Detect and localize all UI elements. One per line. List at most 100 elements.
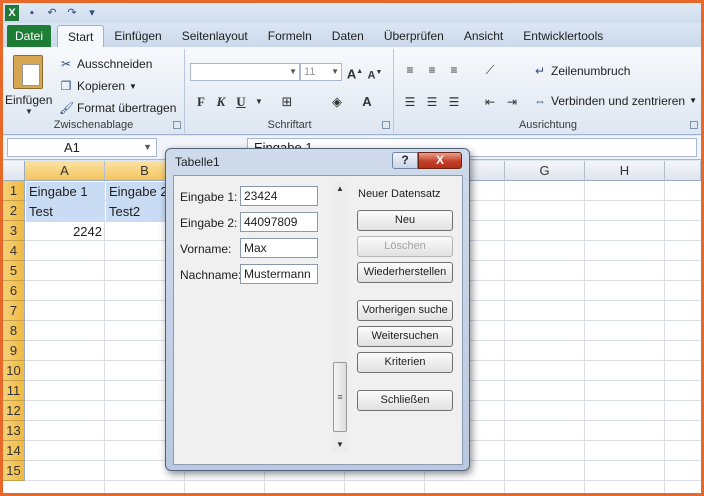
- bold-button[interactable]: F: [192, 93, 210, 111]
- merge-center-label: Verbinden und zentrieren: [551, 94, 686, 108]
- tab-insert[interactable]: Einfügen: [104, 25, 171, 47]
- undo-icon[interactable]: ↶: [45, 6, 59, 20]
- grow-font-icon[interactable]: A▲: [346, 63, 364, 81]
- align-left-icon[interactable]: ☰: [401, 93, 419, 111]
- align-center-icon[interactable]: ☰: [423, 93, 441, 111]
- row-header[interactable]: 2: [3, 201, 25, 221]
- row-header[interactable]: 10: [3, 361, 25, 381]
- underline-button[interactable]: U: [232, 93, 250, 111]
- increase-indent-icon[interactable]: ⇥: [503, 93, 521, 111]
- row-header[interactable]: 11: [3, 381, 25, 401]
- copy-button[interactable]: ❐ Kopieren ▼: [59, 77, 137, 95]
- alignment-launcher-icon[interactable]: [690, 121, 698, 129]
- column-header-h[interactable]: H: [585, 161, 665, 181]
- tab-developer[interactable]: Entwicklertools: [513, 25, 613, 47]
- align-bottom-icon[interactable]: ≡: [445, 61, 463, 79]
- fill-color-icon[interactable]: ◈: [328, 93, 346, 111]
- dialog-title: Tabelle1: [175, 155, 220, 169]
- quick-access-toolbar: X ▪ ↶ ↷ ▾: [3, 3, 701, 23]
- copy-dropdown-icon[interactable]: ▼: [129, 82, 137, 91]
- tab-file[interactable]: Datei: [7, 25, 51, 47]
- field-input-eingabe-1[interactable]: 23424: [240, 186, 318, 206]
- dialog-close-button[interactable]: Schließen: [357, 390, 453, 411]
- tab-formulas[interactable]: Formeln: [258, 25, 322, 47]
- italic-button[interactable]: K: [212, 93, 230, 111]
- underline-dropdown-icon[interactable]: ▼: [250, 93, 268, 111]
- row-header[interactable]: 13: [3, 421, 25, 441]
- clipboard-launcher-icon[interactable]: [173, 121, 181, 129]
- font-name-combo[interactable]: ▼: [190, 63, 300, 81]
- row-header[interactable]: 9: [3, 341, 25, 361]
- find-next-button[interactable]: Weitersuchen: [357, 326, 453, 347]
- row-header[interactable]: 4: [3, 241, 25, 261]
- align-top-icon[interactable]: ≡: [401, 61, 419, 79]
- orientation-icon[interactable]: ⟋: [481, 61, 499, 79]
- delete-button[interactable]: Löschen: [357, 236, 453, 257]
- scissors-icon: ✂: [60, 57, 72, 71]
- column-header-g[interactable]: G: [505, 161, 585, 181]
- row-header[interactable]: 7: [3, 301, 25, 321]
- dialog-body: Eingabe 1: 23424 Eingabe 2: 44097809 Vor…: [173, 175, 463, 465]
- paste-icon[interactable]: [13, 55, 43, 89]
- column-header-a[interactable]: A: [25, 161, 105, 181]
- save-icon[interactable]: ▪: [25, 6, 39, 20]
- merge-center-button[interactable]: ⇔ Verbinden und zentrieren ▼: [533, 91, 697, 111]
- scroll-down-icon[interactable]: ▼: [332, 438, 348, 452]
- wrap-text-icon: ↵: [534, 64, 546, 78]
- ribbon-tabs: Datei Start Einfügen Seitenlayout Formel…: [3, 23, 701, 47]
- row-header[interactable]: 5: [3, 261, 25, 281]
- help-button[interactable]: ?: [392, 152, 418, 169]
- merge-icon: ⇔: [534, 94, 546, 108]
- new-button[interactable]: Neu: [357, 210, 453, 231]
- find-prev-button[interactable]: Vorherigen suche: [357, 300, 453, 321]
- restore-button[interactable]: Wiederherstellen: [357, 262, 453, 283]
- column-header-i[interactable]: [665, 161, 701, 181]
- scroll-thumb[interactable]: ≡: [333, 362, 347, 432]
- row-header[interactable]: 6: [3, 281, 25, 301]
- cell-a1[interactable]: Eingabe 1: [26, 182, 105, 202]
- redo-icon[interactable]: ↷: [65, 6, 79, 20]
- field-input-nachname[interactable]: Mustermann: [240, 264, 318, 284]
- merge-dropdown-icon[interactable]: ▼: [689, 91, 697, 111]
- customize-qat-icon[interactable]: ▾: [85, 6, 99, 20]
- align-right-icon[interactable]: ☰: [445, 93, 463, 111]
- font-color-icon[interactable]: A: [358, 93, 376, 111]
- borders-icon[interactable]: ⊞: [278, 93, 296, 111]
- select-all-corner[interactable]: [3, 161, 25, 181]
- row-header[interactable]: 8: [3, 321, 25, 341]
- row-header[interactable]: 1: [3, 181, 25, 201]
- name-box[interactable]: A1 ▼: [7, 138, 157, 157]
- wrap-text-button[interactable]: ↵ Zeilenumbruch: [533, 61, 630, 81]
- tab-review[interactable]: Überprüfen: [374, 25, 454, 47]
- cell-a3[interactable]: 2242: [26, 222, 105, 242]
- row-header[interactable]: 3: [3, 221, 25, 241]
- tab-page-layout[interactable]: Seitenlayout: [172, 25, 258, 47]
- row-header[interactable]: 14: [3, 441, 25, 461]
- tab-data[interactable]: Daten: [322, 25, 374, 47]
- row-header[interactable]: 12: [3, 401, 25, 421]
- paste-button[interactable]: Einfügen: [5, 93, 52, 107]
- field-label-vorname: Vorname:: [180, 242, 232, 256]
- criteria-button[interactable]: Kriterien: [357, 352, 453, 373]
- row-header[interactable]: 15: [3, 461, 25, 481]
- wrap-text-label: Zeilenumbruch: [551, 64, 631, 78]
- shrink-font-icon[interactable]: A▼: [366, 64, 384, 82]
- font-size-value: 11: [304, 66, 316, 78]
- cut-button[interactable]: ✂ Ausschneiden: [59, 55, 152, 73]
- decrease-indent-icon[interactable]: ⇤: [481, 93, 499, 111]
- name-box-dropdown-icon[interactable]: ▼: [143, 139, 152, 156]
- paste-dropdown-icon[interactable]: ▼: [25, 107, 33, 116]
- tab-start[interactable]: Start: [57, 25, 105, 47]
- tab-view[interactable]: Ansicht: [454, 25, 513, 47]
- field-input-eingabe-2[interactable]: 44097809: [240, 212, 318, 232]
- record-scrollbar[interactable]: ▲ ≡ ▼: [332, 182, 348, 452]
- font-launcher-icon[interactable]: [382, 121, 390, 129]
- align-middle-icon[interactable]: ≡: [423, 61, 441, 79]
- cell-a2[interactable]: Test: [26, 202, 105, 222]
- alignment-group: ≡ ≡ ≡ ⟋ ☰ ☰ ☰ ⇤ ⇥ ↵ Zeilenumbruch ⇔ Verb…: [395, 49, 701, 133]
- font-size-combo[interactable]: 11 ▼: [300, 63, 342, 81]
- scroll-up-icon[interactable]: ▲: [332, 182, 348, 196]
- field-input-vorname[interactable]: Max: [240, 238, 318, 258]
- format-painter-button[interactable]: 🖌 Format übertragen: [59, 99, 176, 117]
- close-button[interactable]: X: [418, 152, 462, 169]
